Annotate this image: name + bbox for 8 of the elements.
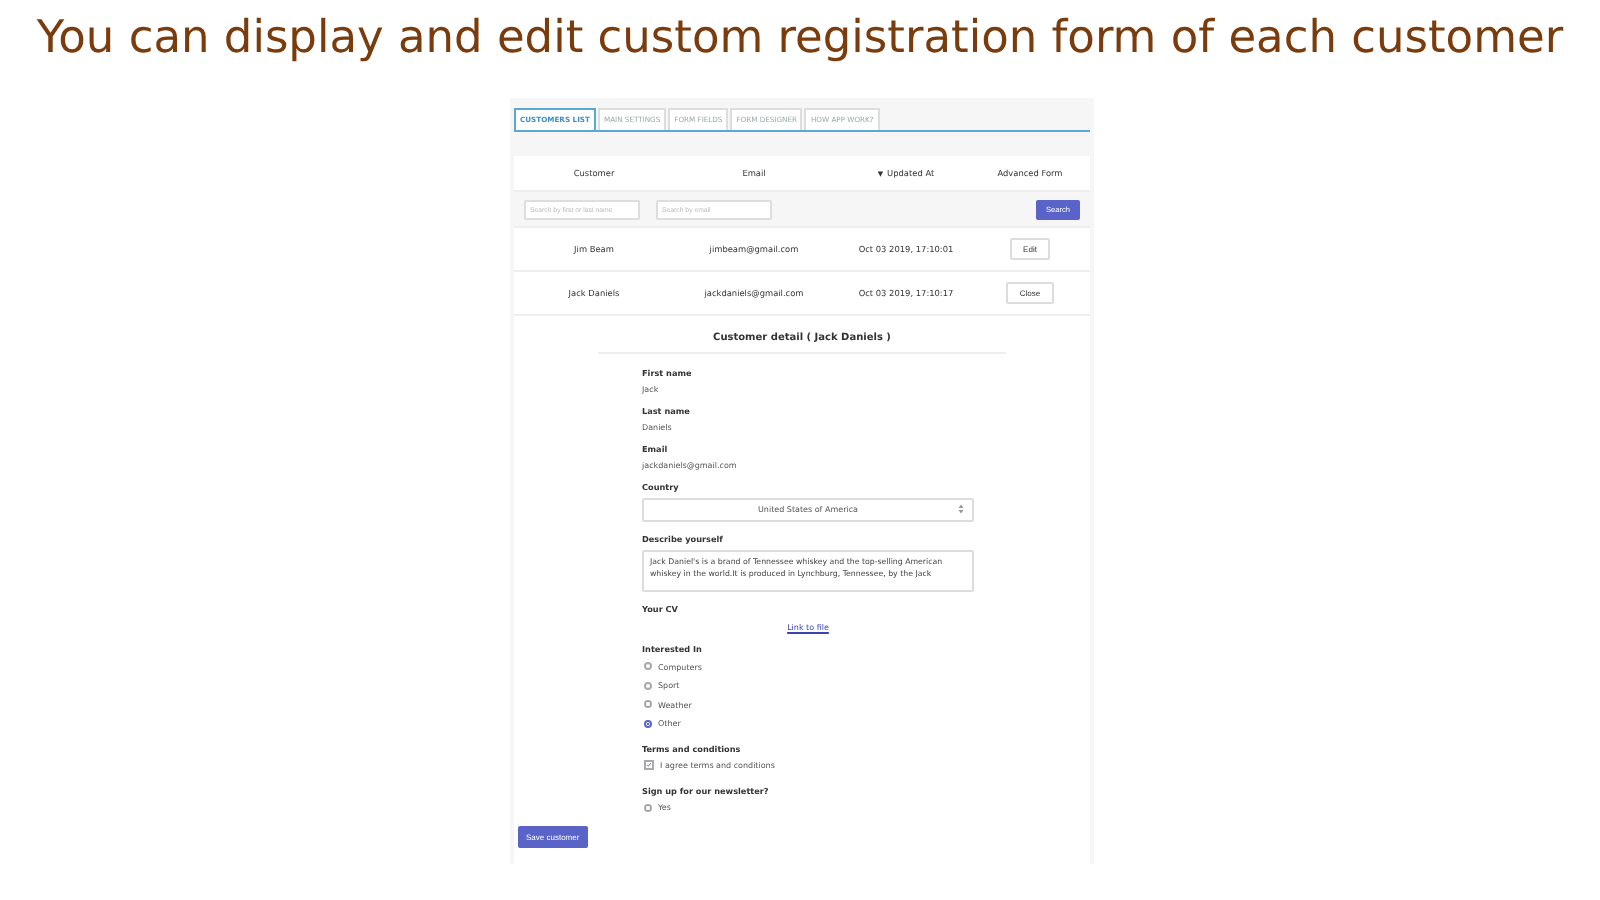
radio-button[interactable]: [644, 719, 652, 727]
headline: You can display and edit custom registration form of each customer: [36, 12, 1564, 64]
sort-arrows-icon: [958, 504, 964, 514]
radio-button[interactable]: [644, 700, 652, 708]
radio-button[interactable]: [644, 681, 652, 689]
radio-button[interactable]: [644, 803, 652, 811]
radio-button[interactable]: [644, 662, 652, 670]
checkbox[interactable]: [644, 760, 654, 770]
